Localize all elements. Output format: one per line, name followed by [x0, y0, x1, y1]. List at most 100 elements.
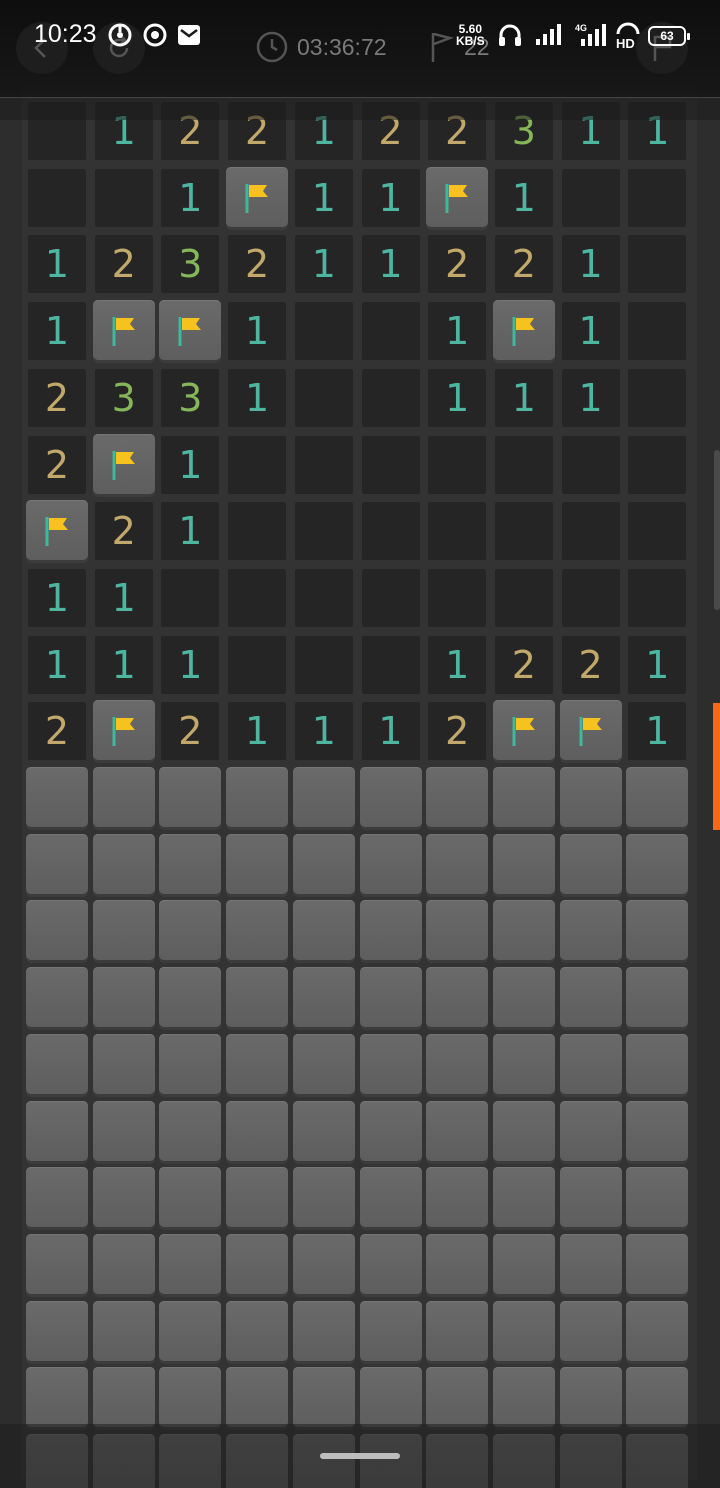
board-cell-number[interactable]: 1	[561, 368, 620, 427]
board-cell-closed[interactable]	[626, 900, 689, 961]
board-cell-flagged[interactable]	[492, 300, 555, 361]
board-cell-closed[interactable]	[159, 1167, 222, 1228]
board-cell-empty[interactable]	[294, 368, 353, 427]
board-cell-closed[interactable]	[92, 1300, 155, 1361]
board-cell-closed[interactable]	[292, 967, 355, 1028]
board-cell-number[interactable]: 1	[28, 568, 86, 627]
board-cell-empty[interactable]	[628, 502, 687, 561]
board-cell-closed[interactable]	[359, 1167, 422, 1228]
board-cell-closed[interactable]	[559, 833, 622, 894]
board-cell-number[interactable]: 2	[428, 702, 487, 761]
board-cell-empty[interactable]	[428, 568, 487, 627]
board-cell-number[interactable]: 1	[161, 435, 220, 494]
board-cell-closed[interactable]	[26, 967, 88, 1028]
board-cell-closed[interactable]	[359, 1300, 422, 1361]
board-cell-number[interactable]: 2	[28, 435, 86, 494]
board-cell-closed[interactable]	[492, 1100, 555, 1161]
board-cell-number[interactable]: 2	[94, 235, 153, 294]
board-cell-closed[interactable]	[26, 1100, 88, 1161]
board-cell-closed[interactable]	[426, 1367, 489, 1428]
board-cell-empty[interactable]	[628, 368, 687, 427]
board-cell-empty[interactable]	[294, 502, 353, 561]
board-cell-closed[interactable]	[226, 1300, 289, 1361]
board-cell-closed[interactable]	[226, 1033, 289, 1094]
board-cell-closed[interactable]	[426, 833, 489, 894]
board-cell-closed[interactable]	[492, 1167, 555, 1228]
board-cell-closed[interactable]	[226, 1100, 289, 1161]
board-cell-closed[interactable]	[626, 1033, 689, 1094]
board-cell-number[interactable]: 2	[28, 368, 86, 427]
board-cell-number[interactable]: 1	[228, 368, 287, 427]
board-cell-empty[interactable]	[628, 435, 687, 494]
board-cell-number[interactable]: 2	[428, 235, 487, 294]
board-cell-closed[interactable]	[359, 1100, 422, 1161]
board-cell-number[interactable]: 2	[561, 635, 620, 694]
board-cell-closed[interactable]	[492, 1233, 555, 1294]
board-cell-number[interactable]: 1	[628, 702, 687, 761]
board-cell-closed[interactable]	[626, 1300, 689, 1361]
board-cell-number[interactable]: 1	[294, 702, 353, 761]
board-cell-empty[interactable]	[628, 235, 687, 294]
board-cell-closed[interactable]	[92, 833, 155, 894]
board-cell-number[interactable]: 2	[28, 702, 86, 761]
board-cell-empty[interactable]	[561, 568, 620, 627]
board-cell-closed[interactable]	[292, 767, 355, 827]
board-cell-number[interactable]: 3	[161, 368, 220, 427]
board-cell-closed[interactable]	[26, 1300, 88, 1361]
board-cell-number[interactable]: 3	[94, 368, 153, 427]
board-cell-empty[interactable]	[361, 568, 420, 627]
board-cell-closed[interactable]	[26, 1233, 88, 1294]
board-cell-closed[interactable]	[159, 833, 222, 894]
board-cell-empty[interactable]	[161, 568, 220, 627]
board-cell-closed[interactable]	[359, 900, 422, 961]
board-cell-closed[interactable]	[626, 1233, 689, 1294]
board-cell-closed[interactable]	[92, 1100, 155, 1161]
board-cell-closed[interactable]	[159, 1100, 222, 1161]
board-cell-closed[interactable]	[226, 900, 289, 961]
board-cell-closed[interactable]	[559, 767, 622, 827]
board-cell-closed[interactable]	[159, 1233, 222, 1294]
board-cell-empty[interactable]	[294, 568, 353, 627]
board-cell-closed[interactable]	[626, 767, 689, 827]
board-cell-closed[interactable]	[26, 1367, 88, 1428]
board-cell-empty[interactable]	[228, 568, 287, 627]
board-cell-empty[interactable]	[428, 502, 487, 561]
board-cell-closed[interactable]	[292, 1367, 355, 1428]
board-cell-empty[interactable]	[494, 502, 553, 561]
board-cell-empty[interactable]	[361, 635, 420, 694]
board-cell-number[interactable]: 2	[228, 235, 287, 294]
board-cell-flagged[interactable]	[559, 700, 622, 761]
board-cell-empty[interactable]	[28, 168, 86, 227]
board-cell-number[interactable]: 1	[628, 635, 687, 694]
board-cell-closed[interactable]	[292, 1233, 355, 1294]
board-cell-flagged[interactable]	[92, 433, 155, 494]
board-cell-closed[interactable]	[426, 1033, 489, 1094]
board-cell-empty[interactable]	[494, 435, 553, 494]
board-cell-closed[interactable]	[492, 1300, 555, 1361]
board-cell-closed[interactable]	[559, 1100, 622, 1161]
board-cell-number[interactable]: 1	[161, 502, 220, 561]
board-cell-number[interactable]: 1	[428, 302, 487, 361]
board-cell-closed[interactable]	[159, 967, 222, 1028]
board-cell-closed[interactable]	[492, 967, 555, 1028]
board-cell-number[interactable]: 2	[161, 702, 220, 761]
board-cell-empty[interactable]	[94, 168, 153, 227]
board-cell-closed[interactable]	[426, 1300, 489, 1361]
board-cell-closed[interactable]	[159, 1033, 222, 1094]
board-cell-closed[interactable]	[26, 767, 88, 827]
board-cell-number[interactable]: 1	[228, 302, 287, 361]
board-cell-closed[interactable]	[492, 900, 555, 961]
board-cell-flagged[interactable]	[492, 700, 555, 761]
board-cell-empty[interactable]	[561, 435, 620, 494]
board-cell-closed[interactable]	[226, 833, 289, 894]
board-cell-closed[interactable]	[492, 833, 555, 894]
board-cell-closed[interactable]	[359, 967, 422, 1028]
board-cell-closed[interactable]	[359, 1233, 422, 1294]
board-cell-closed[interactable]	[26, 1033, 88, 1094]
board-cell-closed[interactable]	[559, 1167, 622, 1228]
board-cell-closed[interactable]	[292, 900, 355, 961]
board-cell-closed[interactable]	[92, 1233, 155, 1294]
board-cell-closed[interactable]	[492, 1033, 555, 1094]
board-cell-closed[interactable]	[226, 1233, 289, 1294]
board-cell-empty[interactable]	[561, 502, 620, 561]
